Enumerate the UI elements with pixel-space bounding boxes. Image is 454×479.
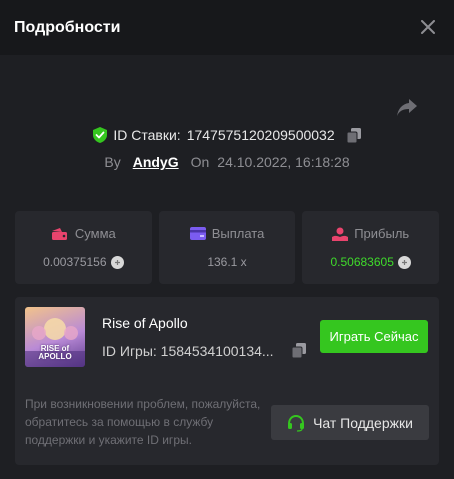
support-chat-button[interactable]: Чат Поддержки (271, 405, 429, 440)
stat-payout-label-row: Выплата (189, 226, 265, 241)
game-id: ID Игры: 1584534100134... (102, 343, 274, 359)
bet-id-label: ID Ставки: (113, 127, 181, 143)
stat-payout-value: 136.1 x (207, 255, 247, 269)
stat-amount-label: Сумма (74, 226, 116, 241)
stats-row: Сумма 0.00375156 Выплата 136.1 x Прибыль… (15, 211, 440, 284)
profit-icon (332, 227, 349, 241)
stat-amount-value-row: 0.00375156 (43, 255, 124, 269)
headset-icon (288, 414, 305, 432)
stat-profit-label-row: Прибыль (332, 226, 409, 241)
on-label: On (190, 154, 210, 170)
game-card: RISE of APOLLO Rise of Apollo ID Игры: 1… (15, 297, 439, 465)
modal-title: Подробности (14, 18, 121, 36)
stat-payout: Выплата 136.1 x (158, 211, 296, 284)
stat-amount-value: 0.00375156 (43, 255, 107, 269)
wallet-icon (51, 227, 67, 240)
shield-check-icon (93, 127, 108, 143)
stat-profit: Прибыль 0.50683605 (302, 211, 440, 284)
stat-amount-label-row: Сумма (51, 226, 116, 241)
by-label: By (104, 154, 121, 170)
stat-amount: Сумма 0.00375156 (15, 211, 152, 284)
stat-profit-value: 0.50683605 (330, 255, 394, 269)
stat-payout-label: Выплата (211, 226, 265, 241)
support-message: При возникновении проблем, пожалуйста, о… (25, 397, 261, 447)
stat-profit-label: Прибыль (354, 226, 410, 241)
bet-datetime: 24.10.2022, 16:18:28 (217, 154, 350, 170)
game-thumbnail[interactable]: RISE of APOLLO (25, 307, 85, 367)
coin-icon (397, 255, 411, 269)
modal-header: Подробности (0, 0, 454, 55)
card-icon (189, 227, 206, 240)
close-button[interactable] (416, 15, 440, 39)
share-icon (397, 99, 417, 116)
copy-icon[interactable] (292, 343, 306, 358)
game-thumbnail-title: RISE of APOLLO (25, 345, 85, 361)
username-link[interactable]: AndyG (133, 154, 179, 170)
stat-profit-value-row: 0.50683605 (330, 255, 411, 269)
bet-id-value: 1747575120209500032 (186, 127, 335, 143)
game-thumbnail-title-line2: APOLLO (38, 352, 72, 361)
game-name: Rise of Apollo (102, 315, 188, 331)
close-icon (421, 20, 435, 34)
share-button[interactable] (396, 98, 418, 118)
coin-icon (110, 255, 124, 269)
play-now-button[interactable]: Играть Сейчас (320, 320, 428, 353)
bet-byline: By AndyG On 24.10.2022, 16:18:28 (0, 154, 454, 170)
stat-payout-value-row: 136.1 x (207, 255, 246, 269)
support-chat-label: Чат Поддержки (313, 414, 413, 431)
copy-icon[interactable] (346, 127, 361, 143)
bet-id-row: ID Ставки: 1747575120209500032 (0, 127, 454, 143)
